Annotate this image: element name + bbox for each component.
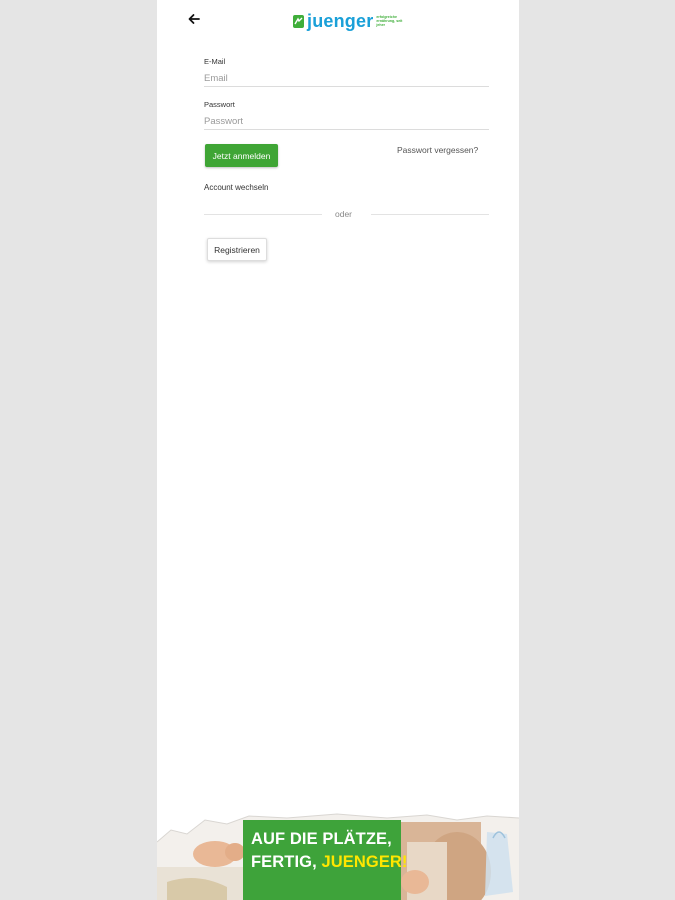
- email-field[interactable]: [204, 70, 489, 87]
- divider-right: [371, 214, 489, 215]
- email-label: E-Mail: [204, 57, 226, 66]
- promo-line-2-prefix: FERTIG,: [251, 853, 322, 871]
- promo-line-2-accent: JUENGER!: [321, 853, 408, 871]
- logo-tagline: erfolgreiche ernährung, seit jeher: [376, 15, 403, 27]
- divider-left: [204, 214, 322, 215]
- promo-line-2: FERTIG, JUENGER!: [251, 853, 408, 872]
- logo-wordmark: juenger: [307, 11, 374, 31]
- promo-banner: AUF DIE PLÄTZE, FERTIG, JUENGER!: [157, 812, 519, 900]
- back-button[interactable]: [185, 10, 203, 28]
- promo-line-1: AUF DIE PLÄTZE,: [251, 830, 392, 848]
- logo-mark-icon: [293, 14, 304, 28]
- password-field[interactable]: [204, 113, 489, 130]
- password-label: Passwort: [204, 100, 235, 109]
- switch-account-link[interactable]: Account wechseln: [204, 183, 268, 192]
- arrow-left-icon: [188, 14, 200, 24]
- login-button[interactable]: Jetzt anmelden: [205, 144, 278, 167]
- forgot-password-link[interactable]: Passwort vergessen?: [397, 145, 478, 155]
- register-button[interactable]: Registrieren: [207, 238, 267, 261]
- app-screen: juenger erfolgreiche ernährung, seit jeh…: [157, 0, 519, 900]
- divider-text: oder: [335, 209, 353, 219]
- promo-poster: AUF DIE PLÄTZE, FERTIG, JUENGER!: [243, 820, 407, 900]
- brand-logo: juenger erfolgreiche ernährung, seit jeh…: [293, 11, 402, 31]
